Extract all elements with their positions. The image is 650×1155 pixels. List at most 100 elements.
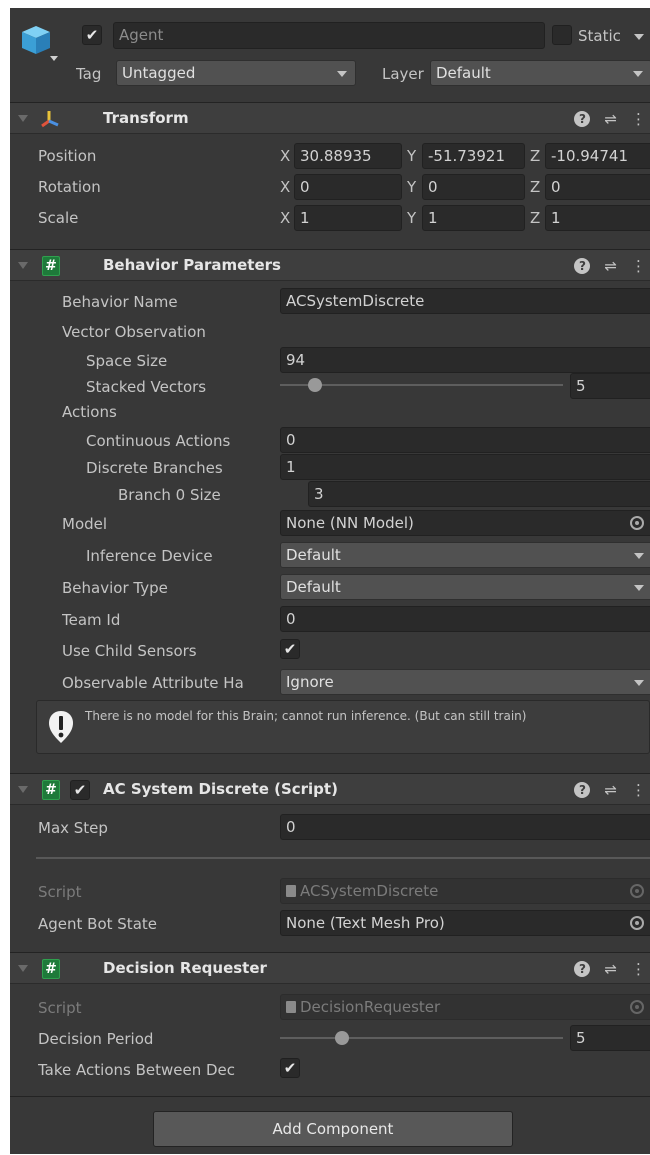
layer-dropdown[interactable]: Default — [430, 60, 650, 86]
script-field: DecisionRequester — [280, 994, 650, 1020]
script-label: Script — [38, 883, 82, 901]
take-actions-checkbox[interactable]: ✔ — [280, 1058, 300, 1078]
decision-period-slider-track[interactable] — [280, 1037, 563, 1039]
team-id-field[interactable]: 0 — [280, 606, 650, 632]
observable-attribute-label: Observable Attribute Ha — [62, 674, 244, 692]
cube-icon[interactable] — [20, 22, 60, 62]
position-x-field[interactable]: 30.88935 — [294, 143, 402, 169]
stacked-vectors-label: Stacked Vectors — [86, 378, 207, 396]
continuous-actions-field[interactable]: 0 — [280, 427, 650, 453]
axis-y-label[interactable]: Y — [407, 146, 416, 166]
kebab-menu-icon[interactable]: ⋮ — [631, 781, 646, 799]
object-picker-icon — [630, 1000, 644, 1014]
object-name-field[interactable]: Agent — [113, 22, 545, 49]
component-title: Transform — [103, 109, 189, 127]
stacked-vectors-slider-knob[interactable] — [308, 378, 323, 392]
space-size-field[interactable]: 94 — [280, 347, 650, 373]
decision-period-field[interactable]: 5 — [570, 1025, 650, 1051]
warning-box: There is no model for this Brain; cannot… — [36, 700, 650, 754]
continuous-actions-label: Continuous Actions — [86, 432, 231, 450]
decision-period-slider-knob[interactable] — [335, 1031, 350, 1045]
tag-dropdown[interactable]: Untagged — [116, 60, 356, 86]
behavior-name-field[interactable]: ACSystemDiscrete — [280, 288, 650, 314]
axis-z-label[interactable]: Z — [530, 146, 540, 166]
axis-y-label[interactable]: Y — [407, 208, 416, 228]
behavior-parameters-header[interactable]: # Behavior Parameters ? ⇌ ⋮ — [10, 249, 650, 281]
axis-z-label[interactable]: Z — [530, 177, 540, 197]
help-icon[interactable]: ? — [574, 782, 591, 798]
chevron-down-icon — [634, 680, 644, 686]
add-component-button[interactable]: Add Component — [153, 1111, 513, 1147]
sliders-icon[interactable]: ⇌ — [604, 110, 617, 128]
sliders-icon[interactable]: ⇌ — [604, 257, 617, 275]
stacked-vectors-slider-track[interactable] — [280, 384, 563, 386]
component-enabled-checkbox[interactable]: ✔ — [70, 780, 90, 800]
help-icon[interactable]: ? — [574, 961, 591, 977]
rotation-x-field[interactable]: 0 — [294, 174, 402, 200]
chevron-down-icon — [633, 71, 643, 77]
check-icon: ✔ — [283, 640, 297, 658]
foldout-arrow-icon[interactable] — [18, 115, 28, 122]
script-file-icon — [286, 1001, 296, 1013]
scale-y-field[interactable]: 1 — [422, 205, 525, 231]
inference-device-label: Inference Device — [86, 547, 213, 565]
rotation-z-field[interactable]: 0 — [545, 174, 650, 200]
chevron-down-icon — [337, 71, 347, 77]
position-z-field[interactable]: -10.94741 — [545, 143, 650, 169]
stacked-vectors-field[interactable]: 5 — [570, 373, 650, 399]
sliders-icon[interactable]: ⇌ — [604, 960, 617, 978]
position-label: Position — [38, 147, 97, 165]
agent-bot-state-field[interactable]: None (Text Mesh Pro) — [280, 910, 650, 936]
component-title: Behavior Parameters — [103, 256, 281, 274]
kebab-menu-icon[interactable]: ⋮ — [631, 110, 646, 128]
ac-system-discrete-header[interactable]: # ✔ AC System Discrete (Script) ? ⇌ ⋮ — [10, 773, 650, 805]
check-icon: ✔ — [85, 26, 99, 44]
behavior-name-label: Behavior Name — [62, 293, 178, 311]
static-label[interactable]: Static — [578, 26, 621, 46]
axis-x-label[interactable]: X — [280, 177, 290, 197]
actions-label[interactable]: Actions — [62, 402, 117, 422]
object-picker-icon[interactable] — [630, 916, 644, 930]
component-title: AC System Discrete (Script) — [103, 780, 338, 798]
warning-text: There is no model for this Brain; cannot… — [85, 709, 527, 723]
foldout-arrow-icon[interactable] — [18, 262, 28, 269]
kebab-menu-icon[interactable]: ⋮ — [631, 257, 646, 275]
discrete-branches-field[interactable]: 1 — [280, 454, 650, 480]
component-title: Decision Requester — [103, 959, 267, 977]
inspector-panel: ✔ Agent Static Tag Untagged Layer Defaul… — [10, 8, 650, 1154]
foldout-arrow-icon[interactable] — [18, 965, 28, 972]
max-step-field[interactable]: 0 — [280, 814, 650, 840]
model-field[interactable]: None (NN Model) — [280, 510, 650, 536]
vector-observation-label[interactable]: Vector Observation — [62, 322, 206, 342]
inference-device-dropdown[interactable]: Default — [280, 542, 650, 568]
active-checkbox[interactable]: ✔ — [82, 25, 102, 45]
axis-x-label[interactable]: X — [280, 146, 290, 166]
rotation-y-field[interactable]: 0 — [422, 174, 525, 200]
scale-z-field[interactable]: 1 — [545, 205, 650, 231]
tag-label: Tag — [76, 65, 102, 83]
position-y-field[interactable]: -51.73921 — [422, 143, 525, 169]
scale-x-field[interactable]: 1 — [294, 205, 402, 231]
rotation-label: Rotation — [38, 178, 101, 196]
observable-attribute-dropdown[interactable]: Ignore — [280, 669, 650, 695]
axis-z-label[interactable]: Z — [530, 208, 540, 228]
object-picker-icon[interactable] — [630, 516, 644, 530]
divider — [36, 857, 650, 859]
static-dropdown-icon[interactable] — [634, 34, 644, 40]
agent-bot-state-label: Agent Bot State — [38, 915, 157, 933]
warning-icon — [47, 709, 75, 745]
kebab-menu-icon[interactable]: ⋮ — [631, 960, 646, 978]
help-icon[interactable]: ? — [574, 111, 591, 127]
transform-header[interactable]: Transform ? ⇌ ⋮ — [10, 102, 650, 134]
axis-x-label[interactable]: X — [280, 208, 290, 228]
decision-requester-header[interactable]: # Decision Requester ? ⇌ ⋮ — [10, 952, 650, 984]
static-checkbox[interactable] — [552, 25, 572, 45]
foldout-arrow-icon[interactable] — [18, 786, 28, 793]
use-child-sensors-checkbox[interactable]: ✔ — [280, 639, 300, 659]
branch0-size-field[interactable]: 3 — [308, 481, 650, 507]
axis-y-label[interactable]: Y — [407, 177, 416, 197]
help-icon[interactable]: ? — [574, 258, 591, 274]
behavior-type-dropdown[interactable]: Default — [280, 574, 650, 600]
discrete-branches-label: Discrete Branches — [86, 459, 223, 477]
sliders-icon[interactable]: ⇌ — [604, 781, 617, 799]
